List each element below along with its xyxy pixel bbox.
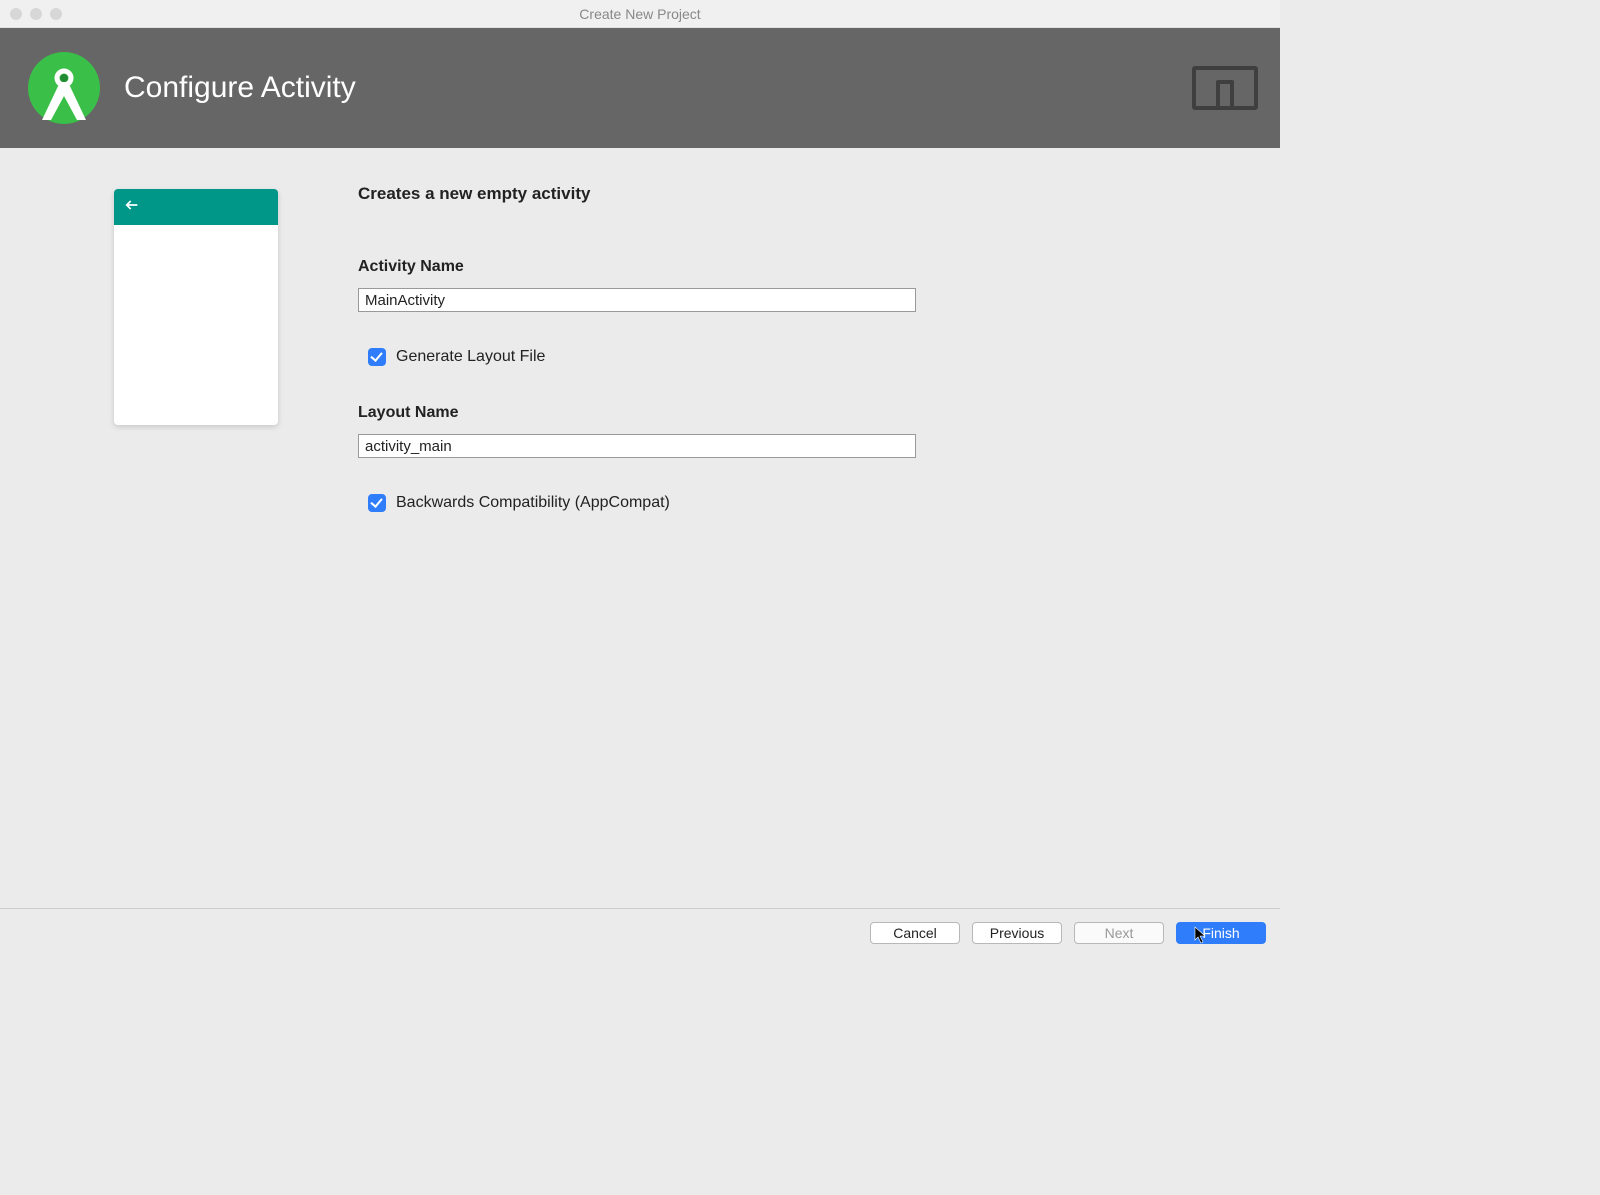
previous-button[interactable]: Previous bbox=[972, 922, 1062, 944]
minimize-window-button[interactable] bbox=[30, 8, 42, 20]
generate-layout-label: Generate Layout File bbox=[396, 348, 545, 366]
activity-name-input[interactable] bbox=[358, 288, 916, 312]
window-controls bbox=[0, 8, 62, 20]
device-form-factor-icon bbox=[1192, 66, 1258, 110]
activity-preview-panel bbox=[36, 184, 278, 550]
cancel-button[interactable]: Cancel bbox=[870, 922, 960, 944]
activity-preview bbox=[114, 189, 278, 425]
layout-name-input[interactable] bbox=[358, 434, 916, 458]
maximize-window-button[interactable] bbox=[50, 8, 62, 20]
close-window-button[interactable] bbox=[10, 8, 22, 20]
form-description: Creates a new empty activity bbox=[358, 184, 1244, 204]
footer: Cancel Previous Next Finish bbox=[0, 908, 1280, 956]
layout-name-field-group: Layout Name bbox=[358, 404, 1244, 458]
header: Configure Activity bbox=[0, 28, 1280, 148]
backwards-compat-label: Backwards Compatibility (AppCompat) bbox=[396, 494, 670, 512]
mouse-cursor-icon bbox=[1194, 926, 1208, 944]
back-arrow-icon bbox=[124, 197, 140, 218]
generate-layout-checkbox-row[interactable]: Generate Layout File bbox=[368, 348, 1244, 366]
android-studio-logo-icon bbox=[28, 52, 100, 124]
finish-button[interactable]: Finish bbox=[1176, 922, 1266, 944]
generate-layout-checkbox[interactable] bbox=[368, 348, 386, 366]
next-button: Next bbox=[1074, 922, 1164, 944]
activity-name-label: Activity Name bbox=[358, 258, 1244, 276]
window-title: Create New Project bbox=[0, 6, 1280, 22]
backwards-compat-checkbox[interactable] bbox=[368, 494, 386, 512]
preview-appbar bbox=[114, 189, 278, 225]
page-title: Configure Activity bbox=[124, 71, 356, 105]
content-area: Creates a new empty activity Activity Na… bbox=[0, 148, 1280, 550]
form-panel: Creates a new empty activity Activity Na… bbox=[358, 184, 1244, 550]
backwards-compat-checkbox-row[interactable]: Backwards Compatibility (AppCompat) bbox=[368, 494, 1244, 512]
layout-name-label: Layout Name bbox=[358, 404, 1244, 422]
titlebar: Create New Project bbox=[0, 0, 1280, 28]
activity-name-field-group: Activity Name bbox=[358, 258, 1244, 312]
